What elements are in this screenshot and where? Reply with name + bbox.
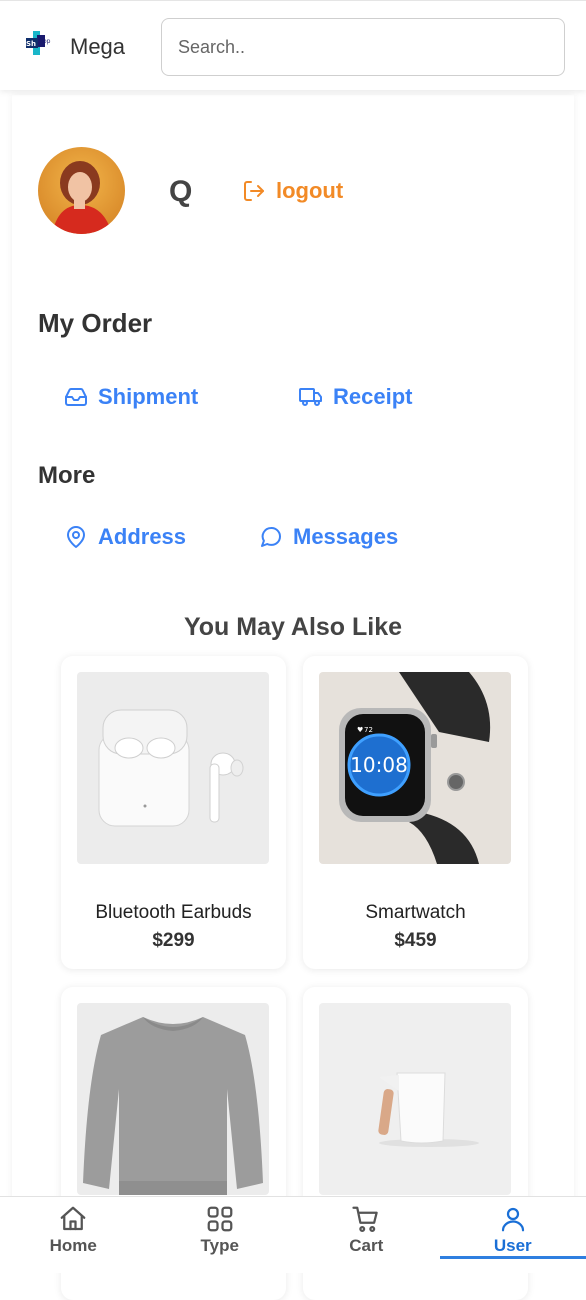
svg-text:72: 72 [364, 726, 373, 734]
address-link[interactable]: Address [64, 524, 186, 550]
product-name: Smartwatch [303, 902, 528, 924]
product-name: Bluetooth Earbuds [61, 902, 286, 924]
recommendations-title: You May Also Like [0, 613, 586, 642]
shop-logo-icon[interactable]: Sh op [24, 29, 54, 59]
product-price: $299 [61, 930, 286, 952]
svg-text:Sh: Sh [26, 40, 36, 48]
logout-button[interactable]: logout [242, 178, 343, 204]
product-card[interactable]: Bluetooth Earbuds $299 [61, 656, 286, 969]
truck-icon [299, 385, 323, 409]
receipt-label: Receipt [333, 384, 412, 410]
nav-cart-label: Cart [349, 1236, 383, 1256]
avatar[interactable] [38, 147, 125, 234]
nav-user-label: User [494, 1236, 532, 1256]
receipt-link[interactable]: Receipt [299, 384, 412, 410]
nav-type-label: Type [201, 1236, 239, 1256]
product-price: $459 [303, 930, 528, 952]
top-header: Sh op Mega [0, 0, 586, 90]
messages-link[interactable]: Messages [259, 524, 398, 550]
sweatshirt-image [77, 1003, 269, 1195]
shipment-link[interactable]: Shipment [64, 384, 198, 410]
my-order-title: My Order [38, 308, 152, 339]
bottom-nav: Home Type Cart User [0, 1196, 586, 1258]
messages-label: Messages [293, 524, 398, 550]
mug-image [319, 1003, 511, 1195]
shipment-label: Shipment [98, 384, 198, 410]
logout-icon [242, 179, 266, 203]
brand-name[interactable]: Mega [70, 34, 125, 60]
grid-icon [205, 1204, 235, 1234]
user-icon [498, 1204, 528, 1234]
smartwatch-image: 10:08 ♥ 72 [319, 672, 511, 864]
map-pin-icon [64, 525, 88, 549]
nav-cart[interactable]: Cart [293, 1197, 440, 1258]
product-card[interactable]: 10:08 ♥ 72 Smartwatch $459 [303, 656, 528, 969]
chat-bubble-icon [259, 525, 283, 549]
logout-label: logout [276, 178, 343, 204]
nav-home[interactable]: Home [0, 1197, 147, 1258]
more-title: More [38, 462, 95, 490]
username: Q [169, 175, 192, 209]
svg-text:op: op [43, 38, 51, 45]
inbox-icon [64, 385, 88, 409]
search-input[interactable] [161, 18, 565, 76]
nav-user[interactable]: User [440, 1197, 586, 1258]
address-label: Address [98, 524, 186, 550]
svg-text:♥: ♥ [357, 726, 363, 734]
home-icon [58, 1204, 88, 1234]
cart-icon [351, 1204, 381, 1234]
nav-type[interactable]: Type [147, 1197, 294, 1258]
svg-text:10:08: 10:08 [350, 753, 408, 777]
nav-home-label: Home [50, 1236, 97, 1256]
bottom-safe-area [0, 1258, 586, 1273]
earbuds-image [77, 672, 269, 864]
